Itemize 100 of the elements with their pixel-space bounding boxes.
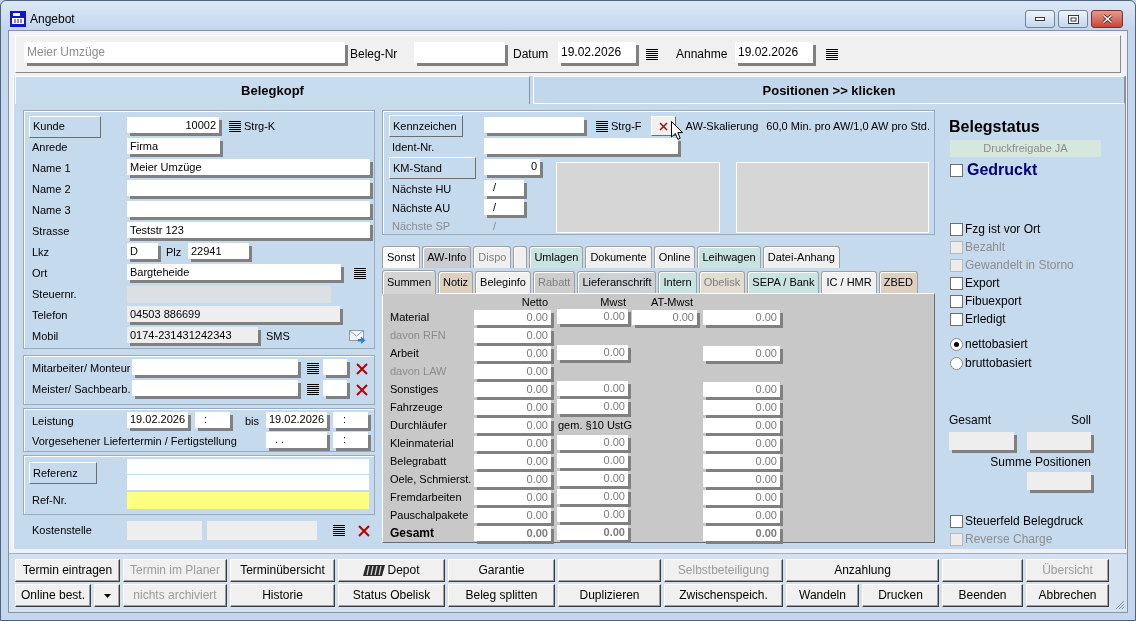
tab[interactable]: Sonst bbox=[382, 246, 421, 268]
amount-field[interactable]: 0.00 bbox=[474, 346, 554, 364]
date-field[interactable]: 19.02.2026 bbox=[735, 42, 816, 66]
tab[interactable]: Datei-Anhang bbox=[762, 246, 840, 268]
amount-field[interactable]: 0.00 bbox=[703, 400, 783, 418]
dropdown-button[interactable] bbox=[94, 584, 120, 607]
input-field[interactable] bbox=[127, 459, 369, 474]
input-field[interactable]: 0 bbox=[484, 158, 543, 178]
amount-field[interactable]: 0.00 bbox=[557, 380, 631, 399]
input-field[interactable] bbox=[323, 359, 350, 378]
tab[interactable]: Summen bbox=[382, 270, 437, 294]
time-field[interactable]: : bbox=[333, 411, 371, 431]
tab[interactable]: Beleginfo bbox=[475, 271, 531, 293]
action-button[interactable]: Zwischenspeich. bbox=[664, 584, 783, 607]
input-field[interactable] bbox=[132, 380, 301, 399]
tab[interactable]: IC / HMR bbox=[821, 271, 877, 293]
amount-field[interactable]: 0.00 bbox=[557, 434, 631, 453]
action-button[interactable]: Abbrechen bbox=[1026, 584, 1109, 607]
amount-field[interactable]: 0.00 bbox=[474, 400, 554, 418]
list-icon[interactable] bbox=[826, 48, 838, 60]
tab[interactable]: Notiz bbox=[438, 271, 474, 293]
action-button[interactable]: Beenden bbox=[942, 584, 1023, 607]
checkbox[interactable] bbox=[950, 222, 963, 236]
mileage-button[interactable]: KM-Stand bbox=[389, 157, 476, 179]
input-field[interactable]: Meier Umzüge bbox=[127, 159, 373, 178]
tab[interactable]: Belegkopf bbox=[15, 76, 530, 104]
tab[interactable] bbox=[513, 246, 528, 268]
input-field[interactable] bbox=[127, 492, 369, 509]
list-icon[interactable] bbox=[646, 48, 658, 60]
amount-field[interactable]: 0.00 bbox=[557, 398, 631, 417]
amount-field[interactable]: 0.00 bbox=[703, 346, 783, 364]
tab[interactable]: Leihwagen bbox=[697, 246, 761, 268]
input-field[interactable] bbox=[323, 380, 350, 399]
checkbox[interactable] bbox=[950, 294, 963, 308]
checkbox[interactable] bbox=[950, 514, 963, 528]
list-icon[interactable] bbox=[333, 525, 345, 536]
input-field[interactable]: Firma bbox=[127, 138, 223, 157]
date-field[interactable]: 19.02.2026 bbox=[127, 411, 191, 431]
cross-icon[interactable] bbox=[356, 362, 368, 375]
blank-button[interactable] bbox=[558, 559, 661, 582]
licence-plate-button[interactable]: Kennzeichen bbox=[389, 115, 463, 137]
customer-number-field[interactable]: 10002 bbox=[127, 117, 222, 136]
date-field[interactable]: . . bbox=[266, 431, 330, 451]
amount-field[interactable]: 0.00 bbox=[557, 524, 631, 543]
tab[interactable]: Online bbox=[653, 246, 696, 268]
amount-field[interactable]: 0.00 bbox=[474, 436, 554, 454]
amount-field[interactable]: 0.00 bbox=[474, 310, 554, 328]
time-field[interactable]: : bbox=[333, 431, 371, 451]
cross-icon[interactable] bbox=[358, 524, 370, 537]
amount-field[interactable]: 0.00 bbox=[703, 418, 783, 436]
input-field[interactable]: 0174-231431242343 bbox=[127, 327, 261, 346]
date-field[interactable]: 19.02.2026 bbox=[558, 42, 639, 66]
input-field[interactable]: / bbox=[484, 179, 527, 199]
tab[interactable]: Umlagen bbox=[529, 246, 584, 268]
list-icon[interactable] bbox=[596, 120, 608, 132]
amount-field[interactable] bbox=[1027, 472, 1094, 493]
action-button[interactable]: Beleg splitten bbox=[448, 584, 555, 607]
amount-field[interactable]: 0.00 bbox=[557, 308, 631, 327]
minimize-button[interactable] bbox=[1025, 10, 1055, 28]
checkbox[interactable] bbox=[950, 312, 963, 326]
date-field[interactable]: 19.02.2026 bbox=[266, 411, 330, 431]
tab[interactable]: ZBED bbox=[878, 271, 919, 293]
radio-button[interactable] bbox=[950, 357, 963, 370]
action-button[interactable]: Anzahlung bbox=[786, 559, 939, 582]
tab[interactable]: Intern bbox=[658, 271, 697, 293]
blank-button[interactable] bbox=[942, 559, 1023, 582]
input-field[interactable] bbox=[127, 180, 373, 199]
amount-field[interactable]: 0.00 bbox=[703, 454, 783, 472]
tab[interactable]: Lieferanschrift bbox=[577, 271, 657, 293]
list-icon[interactable] bbox=[307, 384, 319, 395]
input-field[interactable] bbox=[127, 521, 202, 540]
amount-field[interactable]: 0.00 bbox=[703, 490, 783, 508]
tab[interactable]: AW-Info bbox=[422, 246, 472, 268]
amount-field[interactable]: 0.00 bbox=[474, 490, 554, 508]
list-icon[interactable] bbox=[307, 363, 319, 374]
cross-icon[interactable] bbox=[356, 383, 368, 396]
action-button[interactable]: Status Obelisk bbox=[338, 584, 445, 607]
amount-field[interactable]: 0.00 bbox=[703, 310, 783, 328]
input-field[interactable]: Bargteheide bbox=[127, 264, 344, 283]
amount-field[interactable]: 0.00 bbox=[557, 344, 631, 363]
amount-field[interactable]: 0.00 bbox=[474, 472, 554, 490]
amount-field[interactable] bbox=[949, 432, 1017, 453]
tab[interactable]: Dokumente bbox=[585, 246, 652, 268]
checkbox[interactable] bbox=[950, 163, 963, 177]
amount-field[interactable]: 0.00 bbox=[557, 452, 631, 471]
input-field[interactable] bbox=[127, 475, 369, 490]
amount-field[interactable]: 0.00 bbox=[557, 470, 631, 489]
tab[interactable]: Positionen >> klicken bbox=[533, 76, 1125, 104]
amount-field[interactable]: 0.00 bbox=[474, 454, 554, 472]
amount-field[interactable]: 0.00 bbox=[474, 418, 554, 436]
input-field[interactable]: / bbox=[484, 199, 527, 218]
close-button[interactable] bbox=[1091, 10, 1123, 28]
input-field[interactable]: D bbox=[127, 243, 161, 262]
maximize-button[interactable] bbox=[1058, 10, 1088, 28]
input-field[interactable] bbox=[132, 359, 301, 378]
list-icon[interactable] bbox=[354, 268, 366, 279]
action-button[interactable]: Online best. bbox=[15, 584, 91, 607]
action-button[interactable]: Depot bbox=[338, 559, 445, 582]
amount-field[interactable] bbox=[1027, 432, 1094, 453]
tab[interactable]: SEPA / Bank bbox=[747, 271, 820, 293]
